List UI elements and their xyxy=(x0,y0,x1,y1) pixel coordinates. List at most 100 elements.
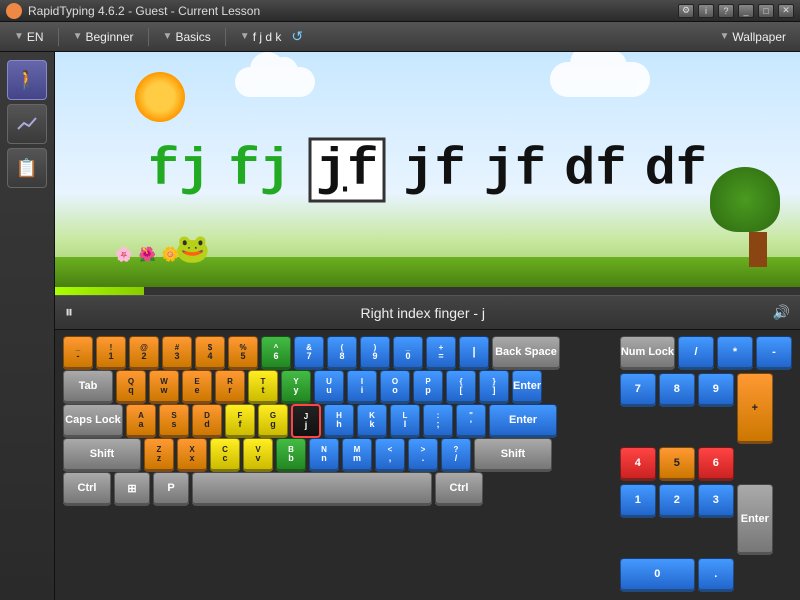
key-space[interactable] xyxy=(192,472,432,506)
key-3[interactable]: #3 xyxy=(162,336,192,370)
key-p[interactable]: Pp xyxy=(413,370,443,404)
refresh-button[interactable]: ↺ xyxy=(291,28,303,45)
key-z[interactable]: Zz xyxy=(144,438,174,472)
key-num-mul[interactable]: * xyxy=(717,336,753,370)
window-controls[interactable]: ⚙ i ? _ □ ✕ xyxy=(678,4,794,18)
key-0[interactable]: _0 xyxy=(393,336,423,370)
sidebar-stats-btn[interactable] xyxy=(7,104,47,144)
settings-icon[interactable]: ⚙ xyxy=(678,4,694,18)
key-g[interactable]: Gg xyxy=(258,404,288,438)
key-c[interactable]: Cc xyxy=(210,438,240,472)
key-num2[interactable]: 2 xyxy=(659,484,695,518)
key-n[interactable]: Nn xyxy=(309,438,339,472)
key-a[interactable]: Aa xyxy=(126,404,156,438)
key-enter2[interactable]: Enter xyxy=(489,404,557,438)
key-o[interactable]: Oo xyxy=(380,370,410,404)
key-num0[interactable]: 0 xyxy=(620,558,695,592)
key-tab[interactable]: Tab xyxy=(63,370,113,404)
key-num-sub[interactable]: - xyxy=(756,336,792,370)
key-num-enter[interactable]: Enter xyxy=(737,484,773,555)
key-8[interactable]: (8 xyxy=(327,336,357,370)
key-x[interactable]: Xx xyxy=(177,438,207,472)
key-num-div[interactable]: / xyxy=(678,336,714,370)
separator2 xyxy=(148,28,149,46)
key-num-add[interactable]: + xyxy=(737,373,773,444)
key-k[interactable]: Kk xyxy=(357,404,387,438)
key-num4[interactable]: 4 xyxy=(620,447,656,481)
minimize-button[interactable]: _ xyxy=(738,4,754,18)
level-selector[interactable]: ▼ Beginner xyxy=(67,28,140,46)
sidebar: 🚶 📋 xyxy=(0,52,55,600)
key-b[interactable]: Bb xyxy=(276,438,306,472)
key-6[interactable]: ^6 xyxy=(261,336,291,370)
key-num8[interactable]: 8 xyxy=(659,373,695,407)
key-comma[interactable]: <, xyxy=(375,438,405,472)
key-num9[interactable]: 9 xyxy=(698,373,734,407)
key-5[interactable]: %5 xyxy=(228,336,258,370)
key-j[interactable]: Jj xyxy=(291,404,321,438)
help-icon[interactable]: ? xyxy=(718,4,734,18)
key-backspace[interactable]: Back Space xyxy=(492,336,560,370)
sidebar-lesson-btn[interactable]: 🚶 xyxy=(7,60,47,100)
key-v[interactable]: Vv xyxy=(243,438,273,472)
key-w[interactable]: Ww xyxy=(149,370,179,404)
key-capslock[interactable]: Caps Lock xyxy=(63,404,123,438)
wallpaper-selector[interactable]: ▼ Wallpaper xyxy=(714,28,792,46)
key-num6[interactable]: 6 xyxy=(698,447,734,481)
key-num5[interactable]: 5 xyxy=(659,447,695,481)
language-selector[interactable]: ▼ EN xyxy=(8,28,50,46)
key-minus[interactable]: _- xyxy=(63,336,93,370)
key-7[interactable]: &7 xyxy=(294,336,324,370)
key-slash[interactable]: ?/ xyxy=(441,438,471,472)
key-pipe[interactable]: | xyxy=(459,336,489,370)
key-t[interactable]: Tt xyxy=(248,370,278,404)
key-l[interactable]: Ll xyxy=(390,404,420,438)
key-rbrace[interactable]: }] xyxy=(479,370,509,404)
key-h[interactable]: Hh xyxy=(324,404,354,438)
sidebar-clipboard-btn[interactable]: 📋 xyxy=(7,148,47,188)
key-num-dot[interactable]: . xyxy=(698,558,734,592)
cloud-decoration xyxy=(235,67,315,97)
key-ctrl-right[interactable]: Ctrl xyxy=(435,472,483,506)
progress-bar xyxy=(55,287,144,295)
key-num3[interactable]: 3 xyxy=(698,484,734,518)
info-icon[interactable]: i xyxy=(698,4,714,18)
key-u[interactable]: Uu xyxy=(314,370,344,404)
key-semi[interactable]: :; xyxy=(423,404,453,438)
key-num1[interactable]: 1 xyxy=(620,484,656,518)
key-i[interactable]: Ii xyxy=(347,370,377,404)
key-9[interactable]: )9 xyxy=(360,336,390,370)
key-m[interactable]: Mm xyxy=(342,438,372,472)
pause-button[interactable]: ⏸ xyxy=(65,304,73,322)
key-quote[interactable]: "' xyxy=(456,404,486,438)
key-shift-left[interactable]: Shift xyxy=(63,438,141,472)
separator3 xyxy=(225,28,226,46)
key-ctrl-left[interactable]: Ctrl xyxy=(63,472,111,506)
lesson-selector[interactable]: ▼ Basics xyxy=(157,28,217,46)
key-1[interactable]: !1 xyxy=(96,336,126,370)
key-num7[interactable]: 7 xyxy=(620,373,656,407)
keys-selector[interactable]: ▼ f j d k xyxy=(234,28,288,46)
key-4[interactable]: $4 xyxy=(195,336,225,370)
key-q[interactable]: Qq xyxy=(116,370,146,404)
key-y[interactable]: Yy xyxy=(281,370,311,404)
key-f[interactable]: Ff xyxy=(225,404,255,438)
asdf-row: Caps Lock Aa Ss Dd Ff Gg Jj Hh Kk Ll :; … xyxy=(63,404,616,438)
key-lbrace[interactable]: {[ xyxy=(446,370,476,404)
key-enter[interactable]: Enter xyxy=(512,370,542,404)
key-e[interactable]: Ee xyxy=(182,370,212,404)
volume-icon[interactable]: 🔊 xyxy=(773,304,790,321)
key-alt-left[interactable]: P xyxy=(153,472,189,506)
key-numlock[interactable]: Num Lock xyxy=(620,336,675,370)
close-button[interactable]: ✕ xyxy=(778,4,794,18)
key-d[interactable]: Dd xyxy=(192,404,222,438)
maximize-button[interactable]: □ xyxy=(758,4,774,18)
key-shift-right[interactable]: Shift xyxy=(474,438,552,472)
key-2[interactable]: @2 xyxy=(129,336,159,370)
key-r[interactable]: Rr xyxy=(215,370,245,404)
key-win[interactable]: ⊞ xyxy=(114,472,150,506)
key-plus[interactable]: += xyxy=(426,336,456,370)
key-period[interactable]: >. xyxy=(408,438,438,472)
key-s[interactable]: Ss xyxy=(159,404,189,438)
lesson-display: 🌸 🌺 🌼 🐸 fj fj jf jf jf df df xyxy=(55,52,800,287)
